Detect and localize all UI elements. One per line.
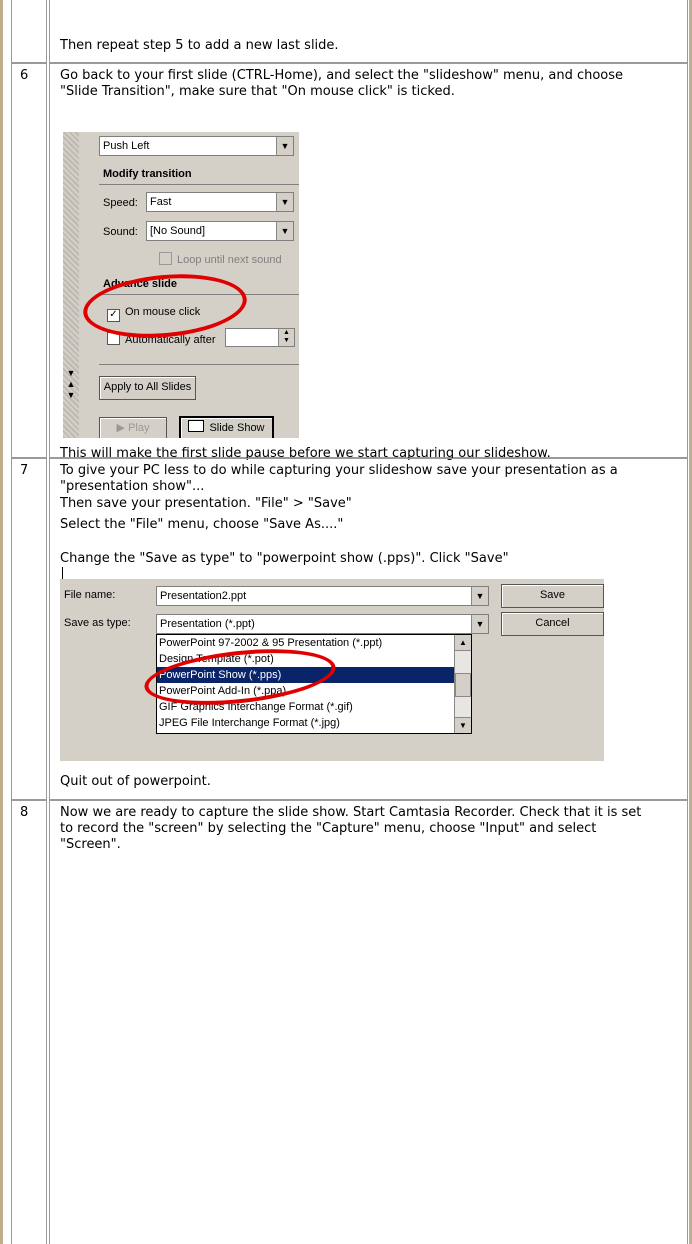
step-7-change-text: Change the "Save as type" to "powerpoint… bbox=[60, 551, 509, 566]
play-icon: ▶ bbox=[116, 422, 125, 434]
step-8-intro: Now we are ready to capture the slide sh… bbox=[60, 805, 642, 852]
step-5-cell: Then repeat step 5 to add a new last sli… bbox=[49, 0, 688, 63]
step-6-cell: Go back to your first slide (CTRL-Home),… bbox=[49, 63, 688, 511]
apply-to-all-slides-button[interactable]: Apply to All Slides bbox=[99, 376, 196, 400]
step-7-select-text: Select the "File" menu, choose "Save As.… bbox=[60, 517, 344, 532]
step-7-quit-text: Quit out of powerpoint. bbox=[60, 774, 211, 789]
auto-after-spinner[interactable]: ▲ ▼ bbox=[225, 328, 295, 347]
step-8-cell: Now we are ready to capture the slide sh… bbox=[49, 800, 688, 1244]
save-type-option[interactable]: PowerPoint 97-2002 & 95 Presentation (*.… bbox=[157, 635, 455, 651]
chevron-down-icon[interactable]: ▼ bbox=[276, 193, 293, 211]
chevron-down-icon[interactable]: ▼ bbox=[471, 615, 488, 633]
speed-dropdown[interactable]: Fast ▼ bbox=[146, 192, 294, 212]
file-name-label: File name: bbox=[64, 589, 116, 601]
step-6-intro: Go back to your first slide (CTRL-Home),… bbox=[60, 68, 624, 99]
list-scrollbar[interactable]: ▲ ▼ bbox=[454, 635, 471, 733]
step-7-intro: To give your PC less to do while capturi… bbox=[60, 463, 618, 494]
effect-dropdown[interactable]: Push Left ▼ bbox=[99, 136, 294, 156]
modify-transition-heading: Modify transition bbox=[103, 168, 192, 180]
save-type-dropdown[interactable]: Presentation (*.ppt) ▼ bbox=[156, 614, 489, 634]
save-type-option[interactable]: JPEG File Interchange Format (*.jpg) bbox=[157, 715, 455, 731]
save-type-label: Save as type: bbox=[64, 617, 131, 629]
loop-label: Loop until next sound bbox=[177, 254, 282, 266]
loop-checkbox-row[interactable]: Loop until next sound bbox=[159, 252, 282, 266]
save-as-screenshot: File name: Presentation2.ppt ▼ Save Save … bbox=[60, 567, 604, 761]
save-type-value: Presentation (*.ppt) bbox=[160, 618, 255, 630]
sound-label: Sound: bbox=[103, 226, 138, 238]
sound-dropdown[interactable]: [No Sound] ▼ bbox=[146, 221, 294, 241]
speed-value: Fast bbox=[150, 196, 172, 208]
sound-value: [No Sound] bbox=[150, 225, 206, 237]
slide-show-icon bbox=[188, 420, 205, 432]
slide-show-button[interactable]: Slide Show bbox=[179, 416, 274, 438]
cancel-button[interactable]: Cancel bbox=[501, 612, 604, 636]
scroll-up-icon[interactable]: ▲ bbox=[455, 635, 471, 651]
scroll-arrows-icon[interactable]: ▼ ▲ ▼ bbox=[65, 368, 77, 401]
speed-label: Speed: bbox=[103, 197, 138, 209]
step-5-text: Then repeat step 5 to add a new last sli… bbox=[60, 38, 339, 53]
instructions-table: Then repeat step 5 to add a new last sli… bbox=[11, 0, 688, 1244]
play-label: Play bbox=[128, 422, 150, 434]
panel-divider bbox=[99, 364, 299, 365]
loop-checkbox[interactable] bbox=[159, 252, 172, 265]
text-cursor bbox=[62, 567, 63, 579]
step-number-cell bbox=[11, 0, 47, 63]
page-left-border bbox=[0, 0, 3, 1244]
heading-divider bbox=[99, 184, 299, 185]
step-number-7: 7 bbox=[11, 458, 47, 800]
scroll-down-icon[interactable]: ▼ bbox=[455, 717, 471, 733]
slide-show-label: Slide Show bbox=[209, 422, 265, 434]
chevron-down-icon[interactable]: ▼ bbox=[276, 137, 293, 155]
step-7-cell: To give your PC less to do while capturi… bbox=[49, 458, 688, 800]
chevron-down-icon[interactable]: ▼ bbox=[276, 222, 293, 240]
save-button[interactable]: Save bbox=[501, 584, 604, 608]
chevron-down-icon[interactable]: ▼ bbox=[471, 587, 488, 605]
step-number-8: 8 bbox=[11, 800, 47, 1244]
slide-transition-screenshot: Push Left ▼ Modify transition Speed: Fast… bbox=[63, 132, 299, 438]
spinner-arrows-icon[interactable]: ▲ ▼ bbox=[278, 329, 294, 346]
step-number-6: 6 bbox=[11, 63, 47, 458]
file-name-value: Presentation2.ppt bbox=[160, 590, 247, 602]
file-name-field[interactable]: Presentation2.ppt ▼ bbox=[156, 586, 489, 606]
play-button[interactable]: ▶ Play bbox=[99, 417, 167, 438]
effect-value: Push Left bbox=[103, 140, 150, 152]
scroll-thumb[interactable] bbox=[455, 673, 471, 697]
